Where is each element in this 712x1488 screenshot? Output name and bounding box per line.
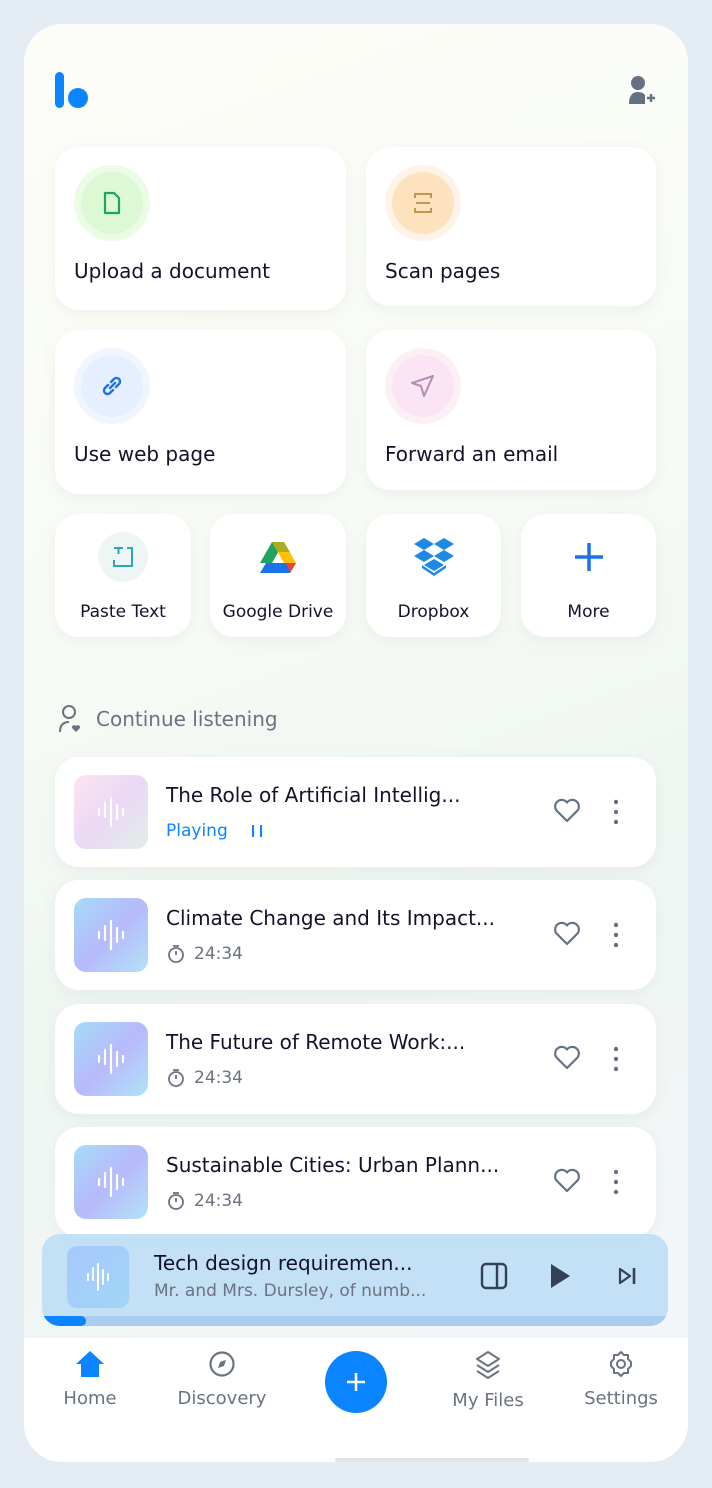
audio-wave-icon xyxy=(97,919,125,951)
player-thumbnail xyxy=(67,1246,129,1308)
home-icon xyxy=(76,1351,104,1377)
item-thumbnail xyxy=(74,898,148,972)
audio-wave-icon xyxy=(97,1166,125,1198)
scan-icon xyxy=(414,193,432,213)
section-title: Continue listening xyxy=(96,707,278,731)
panel-icon[interactable] xyxy=(480,1262,508,1290)
layers-icon xyxy=(476,1351,500,1379)
player-subtitle: Mr. and Mrs. Dursley, of numb... xyxy=(154,1281,427,1301)
duration: 24:34 xyxy=(194,1191,243,1211)
link-icon xyxy=(102,376,122,396)
pause-icon[interactable] xyxy=(248,824,268,838)
item-thumbnail xyxy=(74,1145,148,1219)
play-icon[interactable] xyxy=(548,1262,572,1290)
dropbox-button[interactable]: Dropbox xyxy=(366,514,501,637)
bottom-nav: Home Discovery My Files Settings xyxy=(24,1338,688,1462)
google-drive-button[interactable]: Google Drive xyxy=(210,514,346,637)
use-web-page-card[interactable]: Use web page xyxy=(55,330,346,494)
item-title: Climate Change and Its Impact... xyxy=(166,906,495,930)
skip-next-icon[interactable] xyxy=(618,1267,638,1285)
file-icon xyxy=(103,191,121,215)
nav-settings[interactable]: Settings xyxy=(561,1350,681,1409)
more-options-icon[interactable] xyxy=(612,1169,620,1195)
progress-track[interactable] xyxy=(42,1316,668,1326)
card-label: Forward an email xyxy=(385,442,559,466)
source-label: Google Drive xyxy=(222,602,334,622)
scan-pages-card[interactable]: Scan pages xyxy=(366,147,656,306)
audio-wave-icon xyxy=(87,1263,109,1291)
source-label: Dropbox xyxy=(397,602,470,622)
source-label: More xyxy=(567,602,610,622)
card-label: Scan pages xyxy=(385,259,501,283)
nav-label: Home xyxy=(63,1388,117,1409)
gear-icon xyxy=(610,1351,632,1377)
mini-player[interactable]: Tech design requiremen... Mr. and Mrs. D… xyxy=(42,1234,668,1326)
duration: 24:34 xyxy=(194,944,243,964)
audio-wave-icon xyxy=(97,1043,125,1075)
timer-icon xyxy=(168,945,184,963)
item-title: The Role of Artificial Intellig... xyxy=(166,783,461,807)
paste-text-icon xyxy=(98,532,148,582)
plus-icon xyxy=(347,1373,365,1391)
send-icon xyxy=(411,375,434,397)
source-label: Paste Text xyxy=(80,602,166,622)
nav-label: Discovery xyxy=(177,1388,267,1409)
audio-wave-icon xyxy=(97,796,125,828)
user-heart-icon xyxy=(59,705,81,733)
compass-icon xyxy=(209,1351,235,1377)
google-drive-icon xyxy=(253,532,303,582)
paste-text-button[interactable]: Paste Text xyxy=(55,514,191,637)
list-item[interactable]: The Future of Remote Work:... 24:34 xyxy=(55,1004,656,1114)
list-item[interactable]: Climate Change and Its Impact... 24:34 xyxy=(55,880,656,990)
nav-discovery[interactable]: Discovery xyxy=(162,1350,282,1409)
nav-home[interactable]: Home xyxy=(30,1350,150,1409)
plus-icon xyxy=(564,532,614,582)
more-options-icon[interactable] xyxy=(612,1046,620,1072)
more-button[interactable]: More xyxy=(521,514,656,637)
heart-icon[interactable] xyxy=(553,920,581,946)
playing-status: Playing xyxy=(166,821,228,841)
logo xyxy=(54,72,90,112)
progress-fill xyxy=(42,1316,86,1326)
player-title: Tech design requiremen... xyxy=(154,1251,413,1275)
heart-icon[interactable] xyxy=(553,797,581,823)
add-button[interactable] xyxy=(325,1351,387,1413)
heart-icon[interactable] xyxy=(553,1044,581,1070)
user-plus-icon[interactable] xyxy=(628,74,656,110)
item-title: The Future of Remote Work:... xyxy=(166,1030,466,1054)
home-indicator xyxy=(335,1458,529,1462)
timer-icon xyxy=(168,1192,184,1210)
nav-label: My Files xyxy=(452,1390,524,1411)
item-thumbnail xyxy=(74,775,148,849)
duration: 24:34 xyxy=(194,1068,243,1088)
more-options-icon[interactable] xyxy=(612,922,620,948)
more-options-icon[interactable] xyxy=(612,799,620,825)
heart-icon[interactable] xyxy=(553,1167,581,1193)
screen: Upload a document Scan pages Use web pag… xyxy=(24,24,688,1462)
item-title: Sustainable Cities: Urban Plann... xyxy=(166,1153,500,1177)
upload-document-card[interactable]: Upload a document xyxy=(55,147,346,310)
card-label: Use web page xyxy=(74,442,216,466)
list-item[interactable]: Sustainable Cities: Urban Plann... 24:34 xyxy=(55,1127,656,1237)
card-label: Upload a document xyxy=(74,259,270,283)
forward-email-card[interactable]: Forward an email xyxy=(366,330,656,490)
item-thumbnail xyxy=(74,1022,148,1096)
nav-label: Settings xyxy=(584,1388,658,1409)
timer-icon xyxy=(168,1069,184,1087)
continue-listening-header: Continue listening xyxy=(58,704,278,734)
nav-my-files[interactable]: My Files xyxy=(428,1350,548,1411)
list-item[interactable]: The Role of Artificial Intellig... Playi… xyxy=(55,757,656,867)
dropbox-icon xyxy=(409,532,459,582)
